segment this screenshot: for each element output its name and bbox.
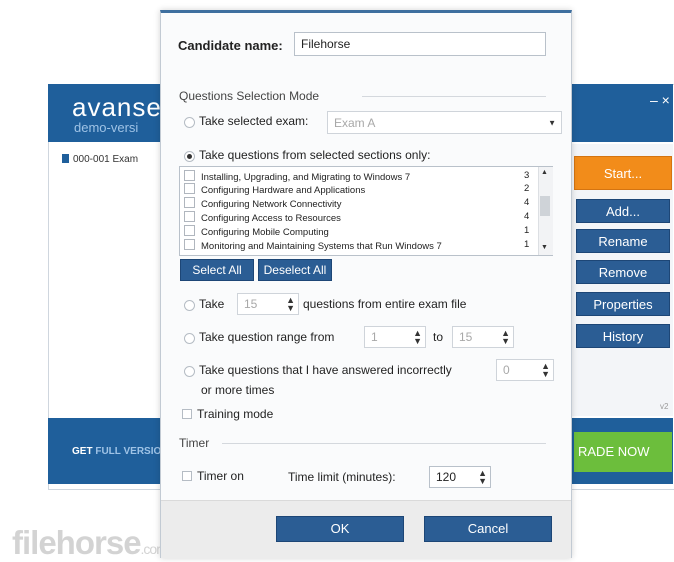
file-icon — [62, 154, 69, 163]
remove-button[interactable]: Remove — [576, 260, 670, 284]
deselect-all-button[interactable]: Deselect All — [258, 259, 332, 281]
incorrect-radio[interactable] — [184, 366, 195, 377]
timer-heading: Timer — [179, 436, 210, 450]
select-all-button[interactable]: Select All — [180, 259, 254, 281]
section-checkbox[interactable] — [184, 239, 195, 250]
scroll-down-icon[interactable]: ▼ — [541, 244, 548, 251]
section-row[interactable]: Configuring Network Connectivity 4 — [184, 197, 529, 210]
take-label: Take — [199, 297, 225, 311]
exam-list-item[interactable]: 000-001 Exam — [62, 154, 138, 165]
section-row[interactable]: Configuring Access to Resources 4 — [184, 211, 529, 224]
spinner-arrows-icon[interactable]: ▲ ▼ — [478, 469, 487, 486]
timer-divider — [222, 443, 546, 444]
chevron-down-icon: ▼ — [548, 118, 556, 127]
range-radio[interactable] — [184, 333, 195, 344]
full-version-label: FULL VERSIO — [95, 446, 162, 457]
get-full-version-link[interactable]: GET FULL VERSIO — [72, 446, 161, 457]
time-limit-label: Time limit (minutes): — [288, 470, 396, 484]
selected-exam-radio[interactable] — [184, 117, 195, 128]
exam-list — [50, 144, 161, 414]
exam-select-value: Exam A — [334, 115, 376, 130]
sections-list: Installing, Upgrading, and Migrating to … — [179, 166, 553, 256]
take-suffix-label: questions from entire exam file — [303, 297, 467, 311]
scrollbar-thumb[interactable] — [540, 196, 550, 216]
selected-exam-label: Take selected exam: — [199, 114, 309, 128]
exam-item-label: 000-001 Exam — [73, 154, 139, 165]
cancel-button[interactable]: Cancel — [424, 516, 552, 542]
section-name: Installing, Upgrading, and Migrating to … — [201, 172, 411, 183]
range-from-value: 1 — [371, 330, 378, 344]
spinner-arrows-icon[interactable]: ▲ ▼ — [541, 362, 550, 379]
section-name: Configuring Access to Resources — [201, 213, 341, 224]
incorrect-label: Take questions that I have answered inco… — [199, 363, 452, 377]
section-name: Monitoring and Maintaining Systems that … — [201, 241, 442, 252]
app-logo-subtitle: demo-versi — [74, 120, 139, 135]
properties-button[interactable]: Properties — [576, 292, 670, 316]
questions-mode-heading: Questions Selection Mode — [179, 89, 320, 103]
section-row[interactable]: Configuring Mobile Computing 1 — [184, 225, 529, 238]
spinner-arrows-icon[interactable]: ▲ ▼ — [413, 329, 422, 346]
section-checkbox[interactable] — [184, 197, 195, 208]
spinner-arrows-icon[interactable]: ▲ ▼ — [501, 329, 510, 346]
section-checkbox[interactable] — [184, 211, 195, 222]
training-mode-checkbox[interactable] — [182, 409, 192, 419]
section-name: Configuring Hardware and Applications — [201, 185, 366, 196]
spinner-arrows-icon[interactable]: ▲ ▼ — [286, 296, 295, 313]
section-name: Configuring Network Connectivity — [201, 199, 342, 210]
history-button[interactable]: History — [576, 324, 670, 348]
question-count-stepper[interactable]: 15 ▲ ▼ — [237, 293, 299, 315]
section-row[interactable]: Monitoring and Maintaining Systems that … — [184, 239, 529, 252]
range-label: Take question range from — [199, 330, 335, 344]
scroll-up-icon[interactable]: ▲ — [541, 169, 548, 176]
time-limit-stepper[interactable]: 120 ▲ ▼ — [429, 466, 491, 488]
timer-on-label: Timer on — [197, 469, 244, 483]
start-button[interactable]: Start... — [574, 156, 672, 190]
section-count: 1 — [524, 239, 530, 250]
section-count: 4 — [524, 211, 530, 222]
exam-select[interactable]: Exam A ▼ — [327, 111, 562, 134]
section-checkbox[interactable] — [184, 225, 195, 236]
sections-radio[interactable] — [184, 151, 195, 162]
section-name: Configuring Mobile Computing — [201, 227, 329, 238]
range-from-stepper[interactable]: 1 ▲ ▼ — [364, 326, 426, 348]
ok-button[interactable]: OK — [276, 516, 404, 542]
rename-button[interactable]: Rename — [576, 229, 670, 253]
version-hint: v2 — [660, 402, 669, 411]
section-checkbox[interactable] — [184, 183, 195, 194]
incorrect-count-stepper[interactable]: 0 ▲ ▼ — [496, 359, 554, 381]
candidate-name-label: Candidate name: — [178, 38, 283, 53]
app-logo: avanse — [72, 92, 162, 122]
section-row[interactable]: Installing, Upgrading, and Migrating to … — [184, 170, 529, 183]
add-button[interactable]: Add... — [576, 199, 670, 223]
section-count: 1 — [524, 225, 530, 236]
section-row[interactable]: Configuring Hardware and Applications 2 — [184, 183, 529, 196]
watermark-text: filehorse — [12, 524, 142, 561]
window-controls[interactable]: – × — [650, 92, 670, 108]
question-count-value: 15 — [244, 297, 258, 311]
range-to-value: 15 — [459, 330, 473, 344]
take-count-radio[interactable] — [184, 300, 195, 311]
section-checkbox[interactable] — [184, 170, 195, 181]
time-limit-value: 120 — [436, 470, 457, 484]
sections-label: Take questions from selected sections on… — [199, 148, 431, 162]
section-count: 4 — [524, 197, 530, 208]
timer-on-checkbox[interactable] — [182, 471, 192, 481]
section-count: 2 — [524, 183, 530, 194]
section-count: 3 — [524, 170, 530, 181]
upgrade-now-button[interactable]: RADE NOW — [574, 432, 672, 472]
incorrect-count-value: 0 — [503, 363, 510, 377]
get-label: GET — [72, 446, 96, 457]
candidate-name-input[interactable]: Filehorse — [294, 32, 546, 56]
heading-divider — [362, 96, 546, 97]
range-to-stepper[interactable]: 15 ▲ ▼ — [452, 326, 514, 348]
training-mode-label: Training mode — [197, 407, 274, 421]
range-to-label: to — [433, 330, 444, 344]
incorrect-suffix-label: or more times — [201, 383, 275, 397]
watermark-logo: filehorse.com — [12, 524, 168, 562]
